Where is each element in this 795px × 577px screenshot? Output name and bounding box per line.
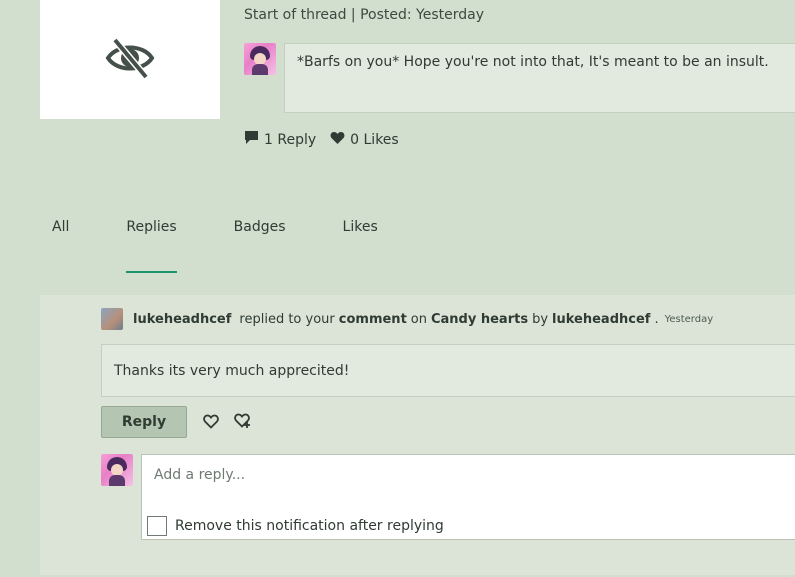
on-text: on <box>410 311 427 327</box>
favorite-button[interactable] <box>234 413 252 433</box>
separator: . <box>654 311 659 327</box>
thread-message: *Barfs on you* Hope you're not into that… <box>284 43 795 113</box>
reply-composer: Remove this notification after replying <box>141 454 795 540</box>
author-link[interactable]: lukeheadhcef <box>552 312 650 327</box>
current-user-avatar[interactable] <box>101 454 133 486</box>
by-text: by <box>532 311 549 327</box>
tab-likes[interactable]: Likes <box>343 219 378 249</box>
likes-count[interactable]: 0 Likes <box>330 131 399 149</box>
likes-label: 0 Likes <box>350 131 399 148</box>
reply-button[interactable]: Reply <box>101 406 187 438</box>
reply-input[interactable] <box>142 455 795 495</box>
thread-stats: 1 Reply 0 Likes <box>244 130 413 149</box>
replies-label: 1 Reply <box>264 131 317 148</box>
action-text: replied to your <box>239 311 335 327</box>
post-link[interactable]: Candy hearts <box>431 312 528 327</box>
user-link[interactable]: lukeheadhcef <box>133 312 231 327</box>
heart-plus-icon <box>234 413 252 433</box>
notification-header: lukeheadhcef replied to your comment on … <box>101 308 713 330</box>
like-button[interactable] <box>202 414 220 432</box>
reply-message: Thanks its very much apprecited! <box>101 344 795 397</box>
tab-badges[interactable]: Badges <box>234 219 286 249</box>
thread-thumbnail[interactable] <box>40 0 220 119</box>
user-avatar[interactable] <box>101 308 123 330</box>
tab-replies[interactable]: Replies <box>126 219 177 273</box>
heart-outline-icon <box>203 414 219 433</box>
replies-count[interactable]: 1 Reply <box>244 130 316 149</box>
notification-tabs: All Replies Badges Likes <box>52 219 435 273</box>
comment-icon <box>244 130 264 149</box>
remove-notification-label[interactable]: Remove this notification after replying <box>175 518 444 534</box>
thread-meta: Start of thread | Posted: Yesterday <box>244 7 485 23</box>
tab-all[interactable]: All <box>52 219 69 249</box>
avatar[interactable] <box>244 43 276 75</box>
comment-link[interactable]: comment <box>339 312 407 327</box>
heart-icon <box>330 131 350 149</box>
eye-slash-icon <box>105 36 155 84</box>
timestamp: Yesterday <box>664 313 714 325</box>
remove-notification-option: Remove this notification after replying <box>147 516 444 536</box>
remove-notification-checkbox[interactable] <box>147 516 167 536</box>
